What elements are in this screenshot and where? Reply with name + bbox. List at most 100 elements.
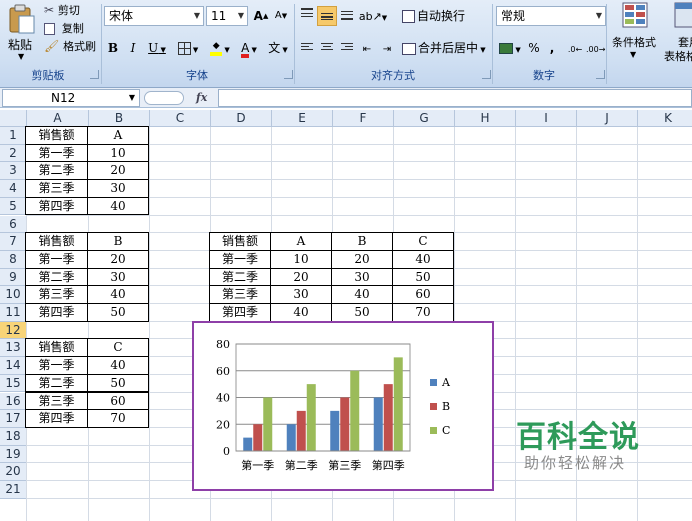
- column-header-j[interactable]: J: [577, 110, 638, 127]
- table-cell[interactable]: 20: [87, 161, 149, 181]
- row-header-14[interactable]: 14: [0, 357, 27, 375]
- table-cell[interactable]: 70: [87, 409, 149, 428]
- row-header-7[interactable]: 7: [0, 233, 27, 251]
- formula-input[interactable]: [218, 89, 692, 107]
- table-cell[interactable]: 20: [270, 267, 332, 287]
- border-button[interactable]: ▼: [174, 38, 202, 58]
- merge-center-button[interactable]: 合并后居中 ▼: [402, 38, 492, 58]
- table-cell[interactable]: 10: [270, 249, 332, 269]
- table-cell[interactable]: 20: [87, 249, 149, 269]
- font-launcher-icon[interactable]: [284, 70, 293, 79]
- column-header-d[interactable]: D: [211, 110, 272, 127]
- table-header-cell[interactable]: 销售额: [25, 126, 88, 145]
- paste-button[interactable]: 粘贴 ▼: [4, 4, 38, 64]
- underline-button[interactable]: U ▼: [144, 38, 170, 58]
- conditional-format-button[interactable]: 条件格式 ▼: [610, 2, 662, 66]
- table-header-cell[interactable]: C: [87, 338, 149, 358]
- table-cell[interactable]: 50: [87, 373, 149, 393]
- format-as-table-button[interactable]: 套用 表格格: [664, 2, 692, 66]
- row-header-21[interactable]: 21: [0, 481, 27, 499]
- align-bottom-button[interactable]: [338, 6, 356, 26]
- align-middle-button[interactable]: [317, 6, 337, 26]
- row-header-8[interactable]: 8: [0, 250, 27, 269]
- table-cell[interactable]: 40: [87, 196, 149, 216]
- table-cell[interactable]: 第二季: [25, 161, 88, 181]
- row-header-19[interactable]: 19: [0, 445, 27, 464]
- table-header-cell[interactable]: C: [392, 232, 454, 251]
- table-header-cell[interactable]: 销售额: [209, 232, 271, 251]
- table-cell[interactable]: 40: [331, 285, 393, 304]
- align-center-button[interactable]: [318, 38, 336, 58]
- row-header-18[interactable]: 18: [0, 427, 27, 446]
- comma-button[interactable]: ,: [544, 38, 560, 58]
- column-header-k[interactable]: K: [638, 110, 692, 127]
- table-cell[interactable]: 第三季: [25, 391, 88, 411]
- row-header-4[interactable]: 4: [0, 180, 27, 198]
- row-header-3[interactable]: 3: [0, 162, 27, 181]
- table-cell[interactable]: 60: [87, 391, 149, 411]
- table-cell[interactable]: 第一季: [25, 143, 88, 163]
- formula-bar-grip-icon[interactable]: [144, 91, 184, 105]
- table-cell[interactable]: 第四季: [25, 409, 88, 428]
- column-header-f[interactable]: F: [333, 110, 394, 127]
- align-right-button[interactable]: [338, 38, 356, 58]
- table-cell[interactable]: 50: [392, 267, 454, 287]
- table-cell[interactable]: 第三季: [209, 285, 271, 304]
- table-cell[interactable]: 50: [87, 303, 149, 322]
- table-cell[interactable]: 第四季: [209, 303, 271, 322]
- table-cell[interactable]: 第三季: [25, 285, 88, 304]
- table-header-cell[interactable]: B: [87, 232, 149, 251]
- table-cell[interactable]: 10: [87, 143, 149, 163]
- font-size-select[interactable]: 11 ▼: [206, 6, 248, 26]
- table-cell[interactable]: 40: [270, 303, 332, 322]
- cut-button[interactable]: ✂ 剪切: [44, 2, 100, 20]
- column-header-g[interactable]: G: [394, 110, 455, 127]
- insert-function-button[interactable]: fx: [196, 89, 214, 107]
- row-header-10[interactable]: 10: [0, 286, 27, 304]
- table-cell[interactable]: 第三季: [25, 179, 88, 198]
- column-header-c[interactable]: C: [150, 110, 211, 127]
- table-cell[interactable]: 第一季: [25, 249, 88, 269]
- shrink-font-button[interactable]: A▼: [272, 6, 290, 26]
- align-top-button[interactable]: [298, 6, 316, 26]
- fill-color-button[interactable]: ◆ ▼: [206, 38, 234, 58]
- phonetic-button[interactable]: 文 ▼: [264, 38, 292, 58]
- orientation-button[interactable]: ab↗▼: [358, 6, 388, 26]
- row-header-13[interactable]: 13: [0, 339, 27, 358]
- name-box[interactable]: N12 ▼: [2, 89, 140, 107]
- column-header-b[interactable]: B: [89, 110, 150, 127]
- chart[interactable]: 0 20 40 60 80 第一季 第二季 第三季 第四季 A B C: [192, 321, 494, 491]
- table-cell[interactable]: 30: [87, 267, 149, 287]
- increase-decimal-button[interactable]: .0←: [566, 38, 584, 58]
- table-cell[interactable]: 30: [270, 285, 332, 304]
- increase-indent-button[interactable]: ⇥: [378, 38, 396, 58]
- table-cell[interactable]: 60: [392, 285, 454, 304]
- format-painter-button[interactable]: 🖌 格式刷: [44, 38, 100, 56]
- grow-font-button[interactable]: A▲: [252, 6, 270, 26]
- number-launcher-icon[interactable]: [596, 70, 605, 79]
- table-cell[interactable]: 第一季: [25, 356, 88, 375]
- column-header-a[interactable]: A: [27, 110, 89, 127]
- percent-button[interactable]: %: [526, 38, 542, 58]
- table-cell[interactable]: 70: [392, 303, 454, 322]
- align-left-button[interactable]: [298, 38, 316, 58]
- row-header-12[interactable]: 12: [0, 321, 27, 340]
- table-header-cell[interactable]: A: [270, 232, 332, 251]
- row-header-9[interactable]: 9: [0, 268, 27, 287]
- table-cell[interactable]: 30: [331, 267, 393, 287]
- table-cell[interactable]: 40: [87, 285, 149, 304]
- table-cell[interactable]: 20: [331, 249, 393, 269]
- font-color-button[interactable]: A ▼: [236, 38, 262, 58]
- clipboard-launcher-icon[interactable]: [90, 70, 99, 79]
- table-cell[interactable]: 第二季: [25, 373, 88, 393]
- italic-button[interactable]: I: [124, 38, 142, 58]
- table-cell[interactable]: 第二季: [25, 267, 88, 287]
- number-format-select[interactable]: 常规 ▼: [496, 6, 606, 26]
- table-header-cell[interactable]: 销售额: [25, 232, 88, 251]
- accounting-format-button[interactable]: ▼: [496, 38, 524, 58]
- table-cell[interactable]: 第一季: [209, 249, 271, 269]
- row-header-16[interactable]: 16: [0, 392, 27, 411]
- wrap-text-button[interactable]: 自动换行: [402, 6, 472, 26]
- column-header-e[interactable]: E: [272, 110, 333, 127]
- alignment-launcher-icon[interactable]: [482, 70, 491, 79]
